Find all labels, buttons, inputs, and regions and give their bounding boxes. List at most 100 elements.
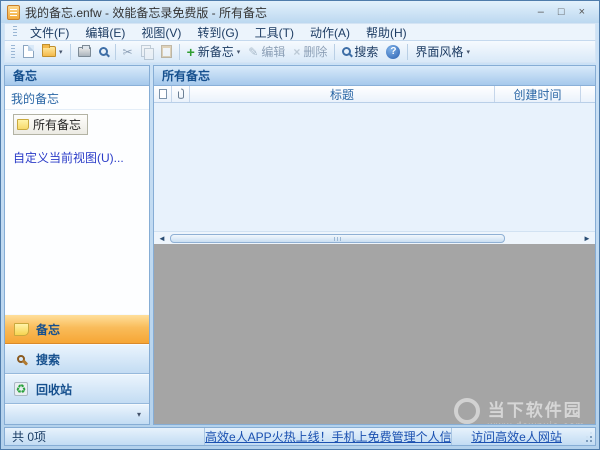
app-window: 我的备忘.enfw - 效能备忘录免费版 - 所有备忘 – □ × 文件(F) … (0, 0, 600, 450)
main-panel: 所有备忘 标题 创建时间 ◄ ► 当 (153, 65, 596, 425)
minimize-button[interactable]: – (538, 7, 544, 18)
toolbar-grip-handle[interactable] (11, 45, 15, 59)
scroll-left-icon[interactable]: ◄ (156, 234, 168, 243)
window-controls: – □ × (538, 7, 593, 18)
memo-tree: 我的备忘 所有备忘 自定义当前视图(U)... (5, 86, 149, 314)
plus-icon: + (187, 44, 195, 60)
toolbar-separator (334, 44, 335, 60)
preview-pane: 当下软件园 www.downxia.com (154, 244, 595, 424)
resize-grip[interactable] (581, 431, 593, 443)
chevron-down-icon: ▾ (59, 48, 63, 56)
menu-view[interactable]: 视图(V) (134, 23, 188, 42)
table-header: 标题 创建时间 (154, 86, 595, 103)
cut-button[interactable]: ✂ (119, 42, 137, 62)
delete-label: 删除 (303, 43, 327, 60)
watermark-name: 当下软件园 (488, 396, 585, 421)
pencil-icon: ✎ (248, 45, 258, 59)
search-icon (13, 352, 29, 366)
recycle-bin-icon: ♻ (13, 382, 29, 396)
tree-item-label: 所有备忘 (33, 116, 81, 133)
column-attachment[interactable] (172, 86, 190, 102)
new-memo-label: 新备忘 (198, 43, 234, 60)
memo-note-icon (13, 322, 29, 336)
nav-label: 备忘 (36, 321, 60, 338)
menu-actions[interactable]: 动作(A) (303, 23, 357, 42)
column-spare[interactable] (581, 86, 595, 102)
search-icon (342, 47, 351, 56)
customize-view-link[interactable]: 自定义当前视图(U)... (13, 149, 149, 166)
print-button[interactable] (74, 42, 95, 62)
promo-link[interactable]: 高效e人APP火热上线！手机上免费管理个人信息，赶紧试试吧！ (205, 428, 451, 445)
open-folder-icon (42, 46, 56, 57)
item-count: 共 0项 (5, 428, 205, 445)
menu-grip-handle[interactable] (13, 26, 17, 38)
sidebar-nav: 备忘 搜索 ♻ 回收站 ▾ (5, 314, 149, 424)
search-button[interactable]: 搜索 (338, 42, 382, 62)
ui-style-button[interactable]: 界面风格 ▾ (411, 42, 474, 62)
toolbar-separator (70, 44, 71, 60)
nav-overflow-bar[interactable]: ▾ (5, 404, 149, 424)
open-file-button[interactable]: ▾ (38, 42, 67, 62)
document-icon (159, 89, 167, 99)
menu-edit[interactable]: 编辑(E) (78, 23, 132, 42)
nav-label: 回收站 (36, 381, 72, 398)
toolbar-separator (179, 44, 180, 60)
search-label: 搜索 (354, 43, 378, 60)
close-button[interactable]: × (579, 7, 585, 18)
toolbar-separator (115, 44, 116, 60)
menu-file[interactable]: 文件(F) (23, 23, 76, 42)
copy-button[interactable] (137, 42, 157, 62)
horizontal-scrollbar[interactable]: ◄ ► (154, 231, 595, 244)
sidebar: 备忘 我的备忘 所有备忘 自定义当前视图(U)... 备忘 搜索 (4, 65, 150, 425)
edit-label: 编辑 (261, 43, 285, 60)
scroll-right-icon[interactable]: ► (581, 234, 593, 243)
app-icon (7, 5, 20, 20)
scrollbar-thumb[interactable] (170, 234, 505, 243)
menu-bar: 文件(F) 编辑(E) 视图(V) 转到(G) 工具(T) 动作(A) 帮助(H… (4, 23, 596, 41)
help-button[interactable]: ? (382, 42, 404, 62)
watermark: 当下软件园 www.downxia.com (454, 396, 585, 424)
menu-help[interactable]: 帮助(H) (359, 23, 414, 42)
memo-list[interactable] (154, 103, 595, 231)
column-doc-type[interactable] (154, 86, 172, 102)
nav-search-button[interactable]: 搜索 (5, 344, 149, 374)
tree-item-all-memos[interactable]: 所有备忘 (13, 114, 88, 135)
column-title[interactable]: 标题 (190, 86, 495, 102)
paste-icon (161, 45, 172, 58)
menu-goto[interactable]: 转到(G) (190, 23, 245, 42)
paperclip-icon (177, 88, 185, 100)
ui-style-label: 界面风格 (415, 43, 463, 60)
content-area: 备忘 我的备忘 所有备忘 自定义当前视图(U)... 备忘 搜索 (4, 65, 596, 425)
watermark-logo-icon (454, 398, 480, 424)
toolbar-separator (407, 44, 408, 60)
title-bar[interactable]: 我的备忘.enfw - 效能备忘录免费版 - 所有备忘 – □ × (1, 1, 599, 23)
new-memo-button[interactable]: + 新备忘 ▾ (183, 42, 245, 62)
new-file-icon (23, 45, 34, 58)
copy-icon (141, 45, 153, 58)
toolbar: ▾ ✂ + 新备忘 ▾ ✎ 编辑 × 删除 搜索 ? 界面风格 ▾ (4, 41, 596, 63)
help-icon: ? (386, 45, 400, 59)
maximize-button[interactable]: □ (558, 7, 565, 18)
watermark-url: www.downxia.com (488, 421, 585, 424)
printer-icon (78, 47, 91, 57)
scissors-icon: ✂ (123, 46, 133, 58)
delete-memo-button[interactable]: × 删除 (289, 42, 331, 62)
print-preview-button[interactable] (95, 42, 112, 62)
chevron-down-icon: ▾ (466, 48, 470, 56)
menu-tools[interactable]: 工具(T) (248, 23, 301, 42)
sidebar-header: 备忘 (5, 66, 149, 86)
delete-x-icon: × (293, 45, 300, 59)
edit-memo-button[interactable]: ✎ 编辑 (244, 42, 289, 62)
nav-memos-button[interactable]: 备忘 (5, 314, 149, 344)
main-header: 所有备忘 (154, 66, 595, 86)
paste-button[interactable] (157, 42, 176, 62)
chevron-down-icon: ▾ (237, 48, 241, 56)
nav-recycle-button[interactable]: ♻ 回收站 (5, 374, 149, 404)
column-created[interactable]: 创建时间 (495, 86, 581, 102)
status-bar: 共 0项 高效e人APP火热上线！手机上免费管理个人信息，赶紧试试吧！ 访问高效… (4, 427, 596, 446)
website-link[interactable]: 访问高效e人网站 (451, 428, 581, 445)
window-title: 我的备忘.enfw - 效能备忘录免费版 - 所有备忘 (25, 4, 267, 21)
note-icon (17, 119, 29, 130)
new-file-button[interactable] (19, 42, 38, 62)
tree-root-my-memos[interactable]: 我的备忘 (5, 88, 149, 110)
